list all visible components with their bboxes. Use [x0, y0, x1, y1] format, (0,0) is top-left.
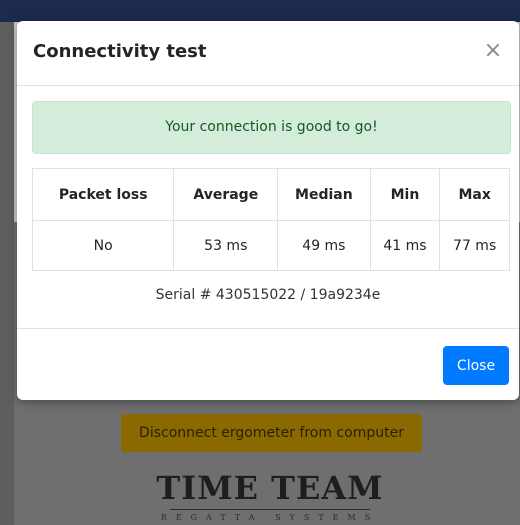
cell-average: 53 ms — [173, 220, 279, 271]
success-alert: Your connection is good to go! — [32, 101, 511, 154]
cell-min: 41 ms — [369, 220, 441, 271]
header-max: Max — [439, 168, 510, 221]
header-median: Median — [277, 168, 371, 221]
modal-title: Connectivity test — [33, 41, 207, 62]
serial-number: Serial # 430515022 / 19a9234e — [155, 287, 381, 303]
connectivity-test-modal: Connectivity test × Your connection is g… — [17, 21, 519, 400]
close-button[interactable]: Close — [443, 346, 509, 385]
background-left-strip — [0, 22, 14, 525]
logo-main-text: TIME TEAM — [156, 469, 384, 507]
table-row: No 53 ms 49 ms 41 ms 77 ms — [31, 220, 510, 271]
logo-sub-text: REGATTA SYSTEMS — [160, 513, 380, 522]
header-packet-loss: Packet loss — [31, 168, 175, 221]
logo-divider — [170, 509, 370, 510]
disconnect-ergometer-button[interactable]: Disconnect ergometer from computer — [121, 414, 422, 452]
header-min: Min — [369, 168, 441, 221]
close-icon[interactable]: × — [481, 39, 505, 63]
modal-footer-divider — [17, 328, 519, 329]
time-team-logo: TIME TEAM REGATTA SYSTEMS — [0, 470, 520, 523]
cell-packet-loss: No — [31, 220, 175, 271]
background-top-bar — [0, 0, 520, 22]
connectivity-stats-table: Packet loss Average Median Min Max No 53… — [31, 168, 510, 271]
cell-max: 77 ms — [439, 220, 510, 271]
modal-header: Connectivity test × — [17, 21, 519, 86]
table-header-row: Packet loss Average Median Min Max — [31, 168, 510, 221]
cell-median: 49 ms — [277, 220, 371, 271]
header-average: Average — [173, 168, 279, 221]
